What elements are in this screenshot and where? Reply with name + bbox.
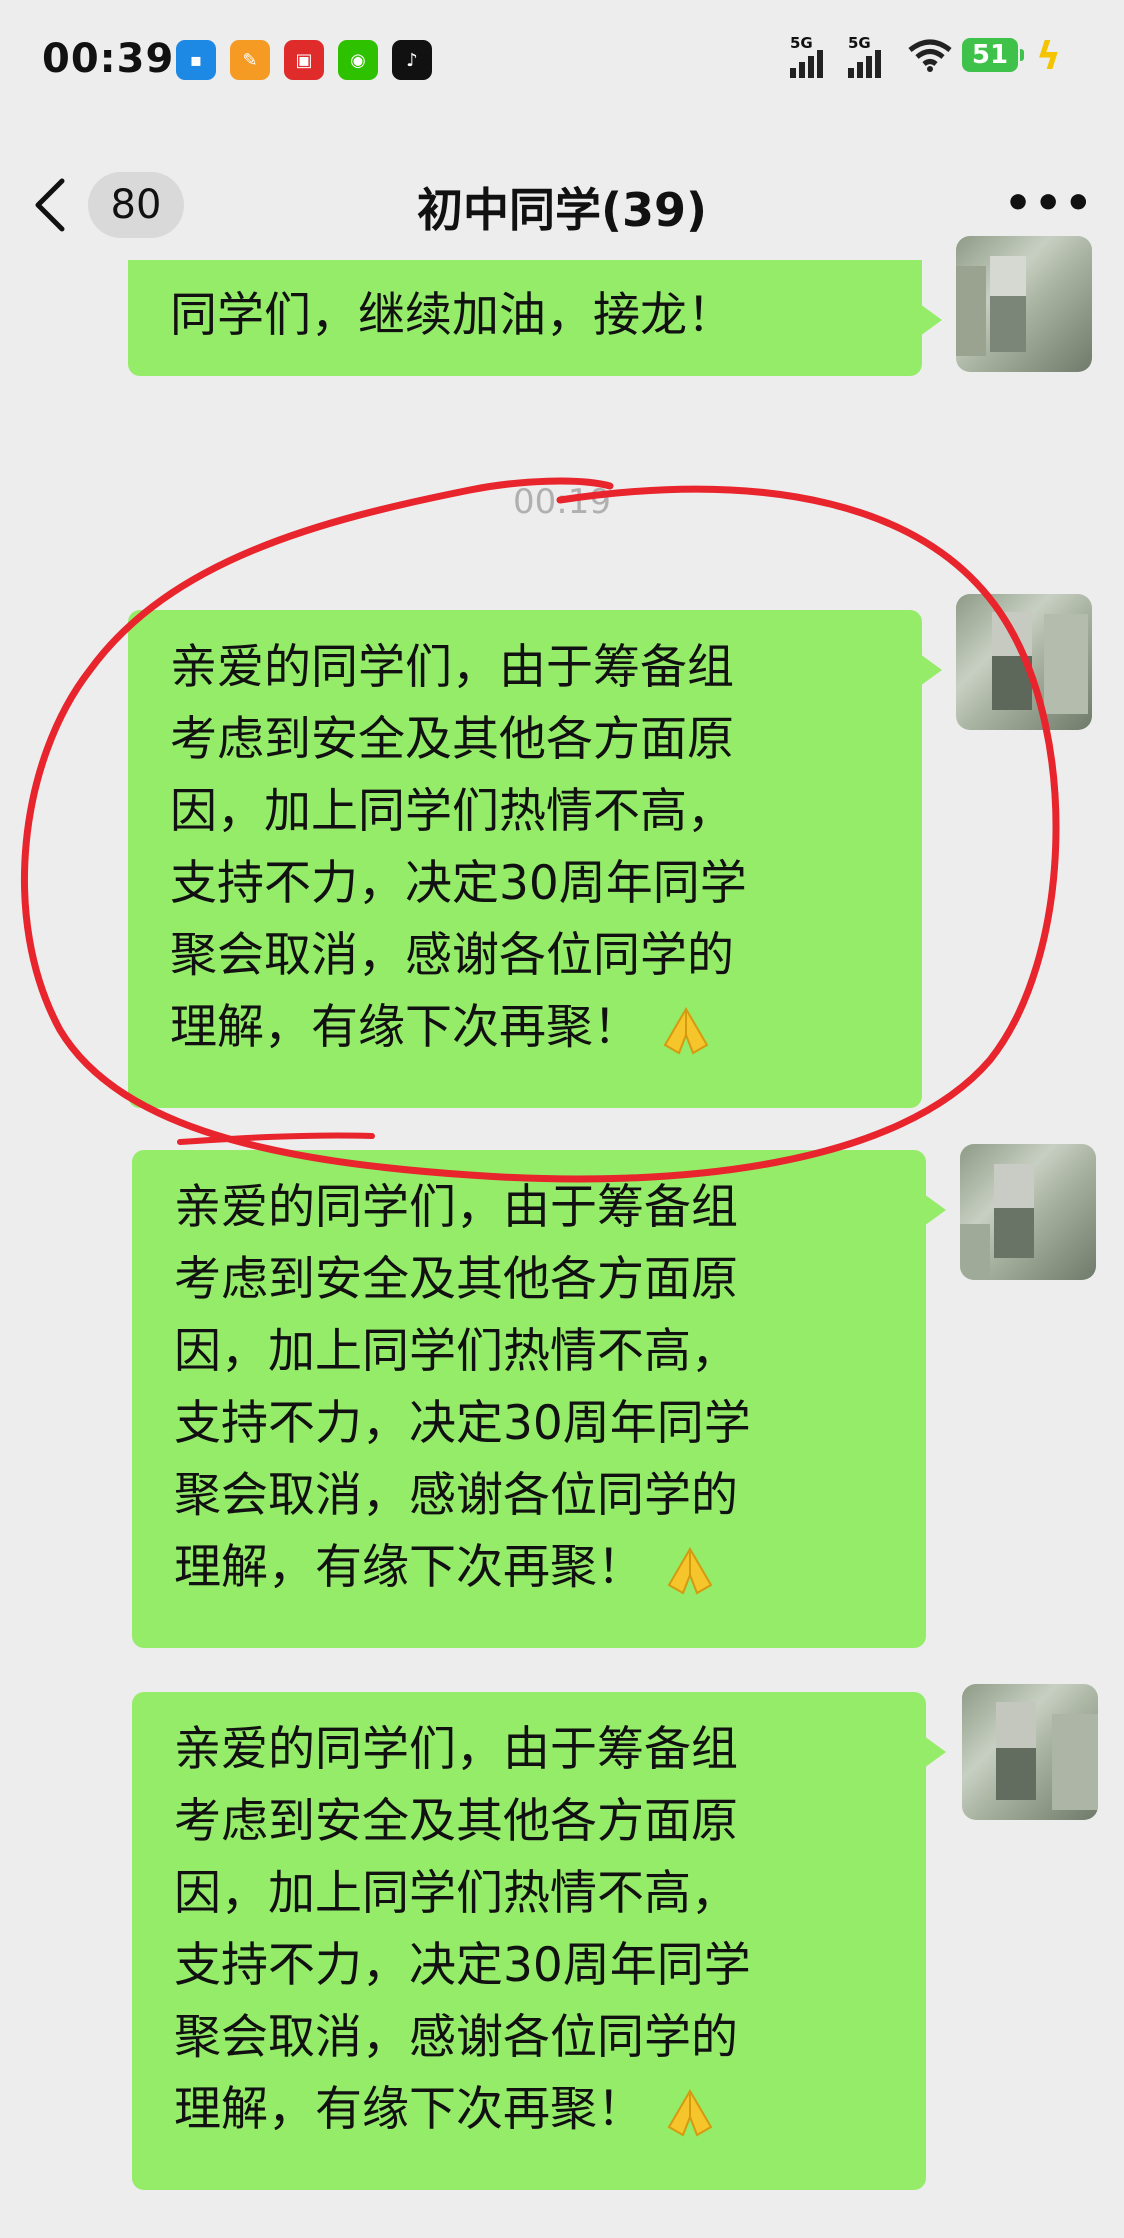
more-icon[interactable]: •••	[1004, 178, 1094, 229]
message-line: 因，加上同学们热情不高，	[174, 1866, 738, 1921]
app-notification-icon: ▪	[176, 40, 216, 80]
folded-hands-emoji	[667, 1546, 713, 1594]
wechat-icon: ◉	[338, 40, 378, 80]
battery-indicator: 51	[962, 38, 1024, 72]
signal-label: 5G	[848, 34, 871, 52]
avatar[interactable]	[962, 1684, 1098, 1820]
message-line: 聚会取消，感谢各位同学的	[174, 2010, 738, 2065]
message-line: 考虑到安全及其他各方面原	[174, 1794, 738, 1849]
folded-hands-emoji	[663, 1006, 709, 1054]
message-line-text: 理解，有缘下次再聚！	[174, 1540, 644, 1595]
message-bubble[interactable]: 亲爱的同学们，由于筹备组 考虑到安全及其他各方面原 因，加上同学们热情不高， 支…	[132, 1150, 946, 1648]
app-notification-icon: ▣	[284, 40, 324, 80]
folded-hands-emoji	[667, 2088, 713, 2136]
message-line: 考虑到安全及其他各方面原	[170, 712, 734, 767]
signal-indicator: 5G	[790, 34, 823, 78]
wifi-icon	[908, 39, 952, 72]
notification-icons: ▪ ✎ ▣ ◉ ♪	[176, 40, 432, 80]
message-line: 聚会取消，感谢各位同学的	[174, 1468, 738, 1523]
message-line: 理解，有缘下次再聚！	[174, 1532, 892, 1604]
message-line: 理解，有缘下次再聚！	[170, 992, 888, 1064]
signal-bars-icon	[848, 50, 881, 78]
message-line: 理解，有缘下次再聚！	[174, 2074, 892, 2146]
message-line: 支持不力，决定30周年同学	[174, 1396, 751, 1451]
message-line-text: 理解，有缘下次再聚！	[170, 1000, 640, 1055]
status-bar: 00:39 ▪ ✎ ▣ ◉ ♪ 5G 5G 51 ϟ	[0, 0, 1124, 130]
chat-header: 80 初中同学(39) •••	[0, 150, 1124, 260]
message-line: 因，加上同学们热情不高，	[174, 1324, 738, 1379]
charging-bolt-icon: ϟ	[1036, 34, 1062, 78]
message-line: 同学们，继续加油，接龙！	[170, 288, 734, 343]
avatar[interactable]	[956, 236, 1092, 372]
message-line-text: 理解，有缘下次再聚！	[174, 2082, 644, 2137]
message-line: 支持不力，决定30周年同学	[174, 1938, 751, 1993]
app-notification-icon: ✎	[230, 40, 270, 80]
status-time: 00:39	[42, 36, 175, 82]
signal-indicator: 5G	[848, 34, 881, 78]
message-timestamp: 00:19	[513, 482, 611, 522]
message-line: 支持不力，决定30周年同学	[170, 856, 747, 911]
avatar[interactable]	[960, 1144, 1096, 1280]
signal-label: 5G	[790, 34, 813, 52]
message-line: 考虑到安全及其他各方面原	[174, 1252, 738, 1307]
signal-bars-icon	[790, 50, 823, 78]
message-line: 亲爱的同学们，由于筹备组	[174, 1722, 738, 1777]
message-line: 因，加上同学们热情不高，	[170, 784, 734, 839]
avatar[interactable]	[956, 594, 1092, 730]
message-line: 聚会取消，感谢各位同学的	[170, 928, 734, 983]
message-bubble[interactable]: 同学们，继续加油，接龙！	[128, 260, 942, 376]
tiktok-icon: ♪	[392, 40, 432, 80]
message-bubble[interactable]: 亲爱的同学们，由于筹备组 考虑到安全及其他各方面原 因，加上同学们热情不高， 支…	[132, 1692, 946, 2190]
message-line: 亲爱的同学们，由于筹备组	[170, 640, 734, 695]
message-line: 亲爱的同学们，由于筹备组	[174, 1180, 738, 1235]
message-bubble[interactable]: 亲爱的同学们，由于筹备组 考虑到安全及其他各方面原 因，加上同学们热情不高， 支…	[128, 610, 942, 1108]
chat-title: 初中同学(39)	[416, 183, 708, 237]
